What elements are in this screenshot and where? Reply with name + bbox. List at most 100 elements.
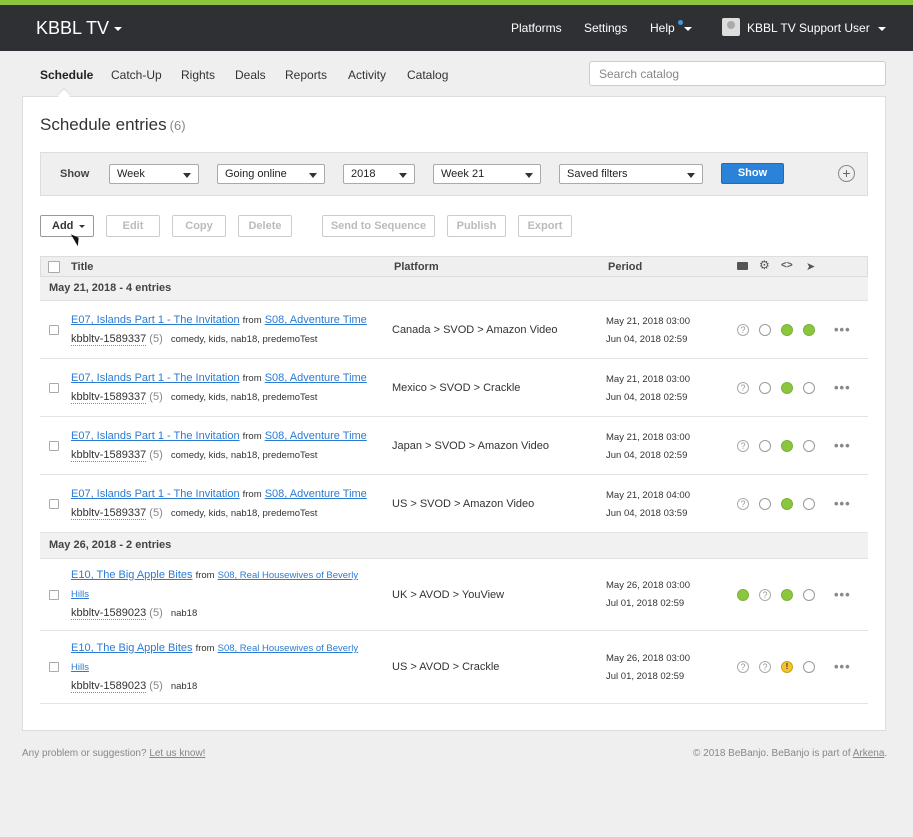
row-checkbox[interactable]: [49, 590, 59, 600]
status-empty-icon[interactable]: [803, 498, 815, 510]
add-filter-plus-icon[interactable]: +: [838, 165, 855, 182]
status-ok-icon[interactable]: [803, 324, 815, 336]
column-period[interactable]: Period: [608, 261, 642, 273]
tab-catalog[interactable]: Catalog: [407, 68, 448, 82]
status-ok-icon[interactable]: [781, 589, 793, 601]
app-switcher[interactable]: KBBL TV: [36, 18, 123, 39]
footer-feedback: Any problem or suggestion? Let us know!: [22, 748, 205, 759]
add-button[interactable]: Add: [40, 215, 94, 237]
saved-filters-select[interactable]: Saved filters: [559, 164, 703, 184]
row-checkbox[interactable]: [49, 383, 59, 393]
top-bar: KBBL TV Platforms Settings Help KBBL TV …: [0, 5, 913, 51]
episode-link[interactable]: E07, Islands Part 1 - The Invitation: [71, 372, 240, 384]
tab-rights[interactable]: Rights: [181, 68, 215, 82]
nav-help[interactable]: Help: [650, 21, 692, 35]
entry-tags: comedy, kids, nab18, predemoTest: [170, 450, 318, 461]
from-label: from: [195, 643, 215, 654]
status-empty-icon[interactable]: [803, 382, 815, 394]
entry-id[interactable]: kbbltv-1589023: [71, 680, 147, 693]
entry-count: (5): [149, 680, 163, 692]
export-button[interactable]: Export: [518, 215, 572, 237]
status-ok-icon[interactable]: [781, 440, 793, 452]
series-link[interactable]: S08, Adventure Time: [265, 314, 367, 326]
send-to-sequence-button[interactable]: Send to Sequence: [322, 215, 435, 237]
row-checkbox[interactable]: [49, 441, 59, 451]
more-actions-icon[interactable]: •••: [834, 322, 851, 337]
entry-id[interactable]: kbbltv-1589337: [71, 333, 147, 346]
show-button[interactable]: Show: [721, 163, 784, 184]
select-all-checkbox[interactable]: [48, 261, 60, 273]
status-unknown-icon[interactable]: ?: [759, 661, 771, 673]
status-unknown-icon[interactable]: ?: [737, 661, 749, 673]
status-unknown-icon[interactable]: ?: [737, 324, 749, 336]
status-empty-icon[interactable]: [759, 498, 771, 510]
series-link[interactable]: S08, Adventure Time: [265, 372, 367, 384]
entry-id[interactable]: kbbltv-1589337: [71, 449, 147, 462]
user-menu[interactable]: KBBL TV Support User: [747, 21, 886, 35]
episode-link[interactable]: E07, Islands Part 1 - The Invitation: [71, 488, 240, 500]
status-select[interactable]: Going online: [217, 164, 325, 184]
episode-link[interactable]: E07, Islands Part 1 - The Invitation: [71, 430, 240, 442]
episode-link[interactable]: E07, Islands Part 1 - The Invitation: [71, 314, 240, 326]
more-actions-icon[interactable]: •••: [834, 496, 851, 511]
tab-reports[interactable]: Reports: [285, 68, 327, 82]
row-checkbox[interactable]: [49, 499, 59, 509]
nav-settings[interactable]: Settings: [584, 21, 627, 35]
tab-schedule[interactable]: Schedule: [40, 68, 93, 82]
avatar[interactable]: [722, 18, 740, 36]
status-unknown-icon[interactable]: ?: [737, 382, 749, 394]
tab-catch-up[interactable]: Catch-Up: [111, 68, 162, 82]
status-empty-icon[interactable]: [803, 589, 815, 601]
entry-id[interactable]: kbbltv-1589023: [71, 607, 147, 620]
status-empty-icon[interactable]: [759, 324, 771, 336]
tab-activity[interactable]: Activity: [348, 68, 386, 82]
status-warning-icon[interactable]: !: [781, 661, 793, 673]
entry-id[interactable]: kbbltv-1589337: [71, 507, 147, 520]
year-select[interactable]: 2018: [343, 164, 415, 184]
entry-tags: nab18: [170, 608, 198, 619]
status-unknown-icon[interactable]: ?: [737, 440, 749, 452]
entry-count: (5): [149, 333, 163, 345]
more-actions-icon[interactable]: •••: [834, 659, 851, 674]
series-link[interactable]: S08, Adventure Time: [265, 488, 367, 500]
status-ok-icon[interactable]: [781, 382, 793, 394]
week-select[interactable]: Week 21: [433, 164, 541, 184]
copy-button[interactable]: Copy: [172, 215, 226, 237]
tab-deals[interactable]: Deals: [235, 68, 266, 82]
feedback-link[interactable]: Let us know!: [149, 748, 205, 759]
episode-link[interactable]: E10, The Big Apple Bites: [71, 642, 193, 654]
series-link[interactable]: S08, Real Housewives of Beverly: [218, 570, 358, 581]
chevron-down-icon: [114, 27, 123, 32]
series-link[interactable]: S08, Real Housewives of Beverly: [218, 643, 358, 654]
status-empty-icon[interactable]: [759, 440, 771, 452]
status-ok-icon[interactable]: [781, 324, 793, 336]
more-actions-icon[interactable]: •••: [834, 587, 851, 602]
series-link[interactable]: Hills: [71, 662, 89, 673]
more-actions-icon[interactable]: •••: [834, 438, 851, 453]
column-platform[interactable]: Platform: [394, 261, 439, 273]
column-title[interactable]: Title: [71, 261, 93, 273]
series-link[interactable]: Hills: [71, 589, 89, 600]
edit-button[interactable]: Edit: [106, 215, 160, 237]
entry-id[interactable]: kbbltv-1589337: [71, 391, 147, 404]
delete-button[interactable]: Delete: [238, 215, 292, 237]
status-unknown-icon[interactable]: ?: [737, 498, 749, 510]
nav-platforms[interactable]: Platforms: [511, 21, 562, 35]
episode-link[interactable]: E10, The Big Apple Bites: [71, 569, 193, 581]
status-unknown-icon[interactable]: ?: [759, 589, 771, 601]
period-end: Jun 04, 2018 02:59: [606, 334, 688, 345]
arkena-link[interactable]: Arkena: [853, 748, 885, 759]
status-empty-icon[interactable]: [803, 440, 815, 452]
row-checkbox[interactable]: [49, 662, 59, 672]
row-checkbox[interactable]: [49, 325, 59, 335]
status-ok-icon[interactable]: [737, 589, 749, 601]
more-actions-icon[interactable]: •••: [834, 380, 851, 395]
period-select[interactable]: Week: [109, 164, 199, 184]
series-link[interactable]: S08, Adventure Time: [265, 430, 367, 442]
entry-count: (5): [149, 391, 163, 403]
status-empty-icon[interactable]: [803, 661, 815, 673]
status-ok-icon[interactable]: [781, 498, 793, 510]
publish-button[interactable]: Publish: [447, 215, 506, 237]
status-empty-icon[interactable]: [759, 382, 771, 394]
search-input[interactable]: [589, 61, 886, 86]
